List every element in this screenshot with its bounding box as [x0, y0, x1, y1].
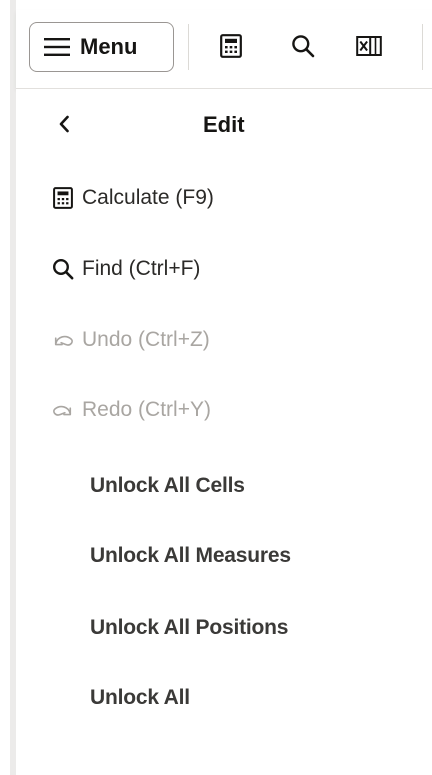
toolbar: Menu: [16, 10, 432, 89]
menu-item-label: Calculate (F9): [82, 186, 214, 209]
panel-header: Edit: [16, 104, 432, 144]
edit-menu-panel: Edit Calculate (F9) Find (Ctrl+F) Undo (…: [16, 89, 432, 775]
menu-button-label: Menu: [80, 34, 138, 59]
menu-item-label: Find (Ctrl+F): [82, 257, 201, 280]
toolbar-divider: [422, 24, 423, 70]
chevron-left-icon: [59, 115, 69, 133]
menu-item-label: Unlock All: [90, 686, 190, 709]
find-toolbar-button[interactable]: [288, 31, 318, 61]
panel-title: Edit: [203, 112, 245, 137]
excel-export-icon: [356, 36, 382, 56]
menu-item-redo: Redo (Ctrl+Y): [52, 390, 211, 430]
back-button[interactable]: [52, 110, 76, 138]
calculator-icon: [220, 34, 242, 58]
export-excel-toolbar-button[interactable]: [354, 31, 384, 61]
menu-item-unlock-all-measures[interactable]: Unlock All Measures: [90, 536, 291, 576]
toolbar-divider: [188, 24, 189, 70]
menu-button[interactable]: Menu: [29, 22, 174, 72]
redo-icon: [52, 399, 74, 421]
menu-item-unlock-all-positions[interactable]: Unlock All Positions: [90, 608, 288, 648]
menu-item-label: Unlock All Cells: [90, 474, 245, 497]
menu-item-find[interactable]: Find (Ctrl+F): [52, 249, 200, 289]
menu-item-unlock-all[interactable]: Unlock All: [90, 678, 190, 718]
menu-item-unlock-all-cells[interactable]: Unlock All Cells: [90, 466, 245, 506]
menu-item-label: Unlock All Measures: [90, 544, 291, 567]
app-frame: Menu Edit Calculate (F9) Find (Ctrl+F) U…: [0, 0, 432, 775]
calculator-icon: [52, 187, 74, 209]
menu-item-calculate[interactable]: Calculate (F9): [52, 178, 214, 218]
search-icon: [52, 258, 74, 280]
menu-item-label: Unlock All Positions: [90, 616, 289, 639]
menu-item-undo: Undo (Ctrl+Z): [52, 320, 210, 360]
undo-icon: [52, 329, 74, 351]
calculate-toolbar-button[interactable]: [216, 31, 246, 61]
hamburger-icon: [44, 38, 70, 56]
menu-item-label: Undo (Ctrl+Z): [82, 328, 210, 351]
search-icon: [292, 35, 315, 58]
menu-item-label: Redo (Ctrl+Y): [82, 398, 211, 421]
